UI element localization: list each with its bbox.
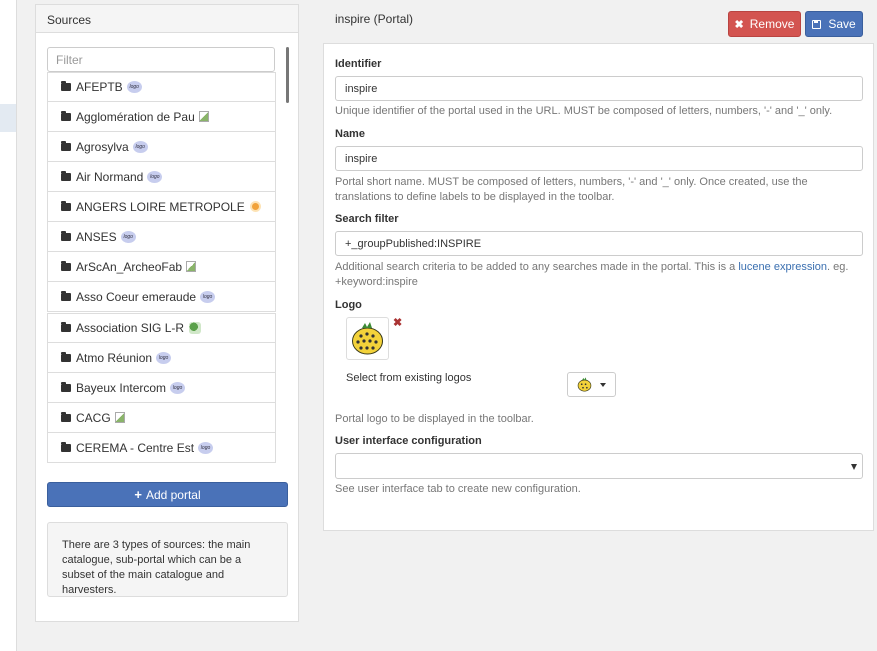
name-help: Portal short name. MUST be composed of l… [335,176,808,203]
portal-title: inspire (Portal) [335,12,414,26]
sources-panel-title: Sources [36,5,298,33]
logo-badge-icon: logo [132,140,148,153]
leaf-logo-icon [189,322,202,334]
folder-icon [61,322,71,332]
folder-icon [61,230,71,241]
sources-filter-input[interactable] [47,47,275,72]
folder-icon [61,441,71,452]
broken-image-icon [114,412,125,423]
logo-label: Logo [335,299,362,311]
source-list-item[interactable]: Atmo Réunion logo [47,343,276,373]
source-item-label: Bayeux Intercom [76,380,167,395]
source-item-label: Atmo Réunion [76,350,153,365]
search-filter-label: Search filter [335,213,399,225]
identifier-input[interactable]: inspire [335,76,863,101]
source-list-item[interactable]: Agglomération de Pau [47,102,276,132]
source-list-item[interactable]: Asso Coeur emeraude logo [47,282,276,312]
source-list-item[interactable]: Association SIG L-R [47,313,276,343]
search-filter-help-text: Additional search criteria to be added t… [335,261,739,273]
source-list-item[interactable]: Bayeux Intercom logo [47,373,276,403]
source-list-item[interactable]: ArScAn_ArcheoFab [47,252,276,282]
add-portal-label: Add portal [145,487,201,502]
ui-config-label: User interface configuration [335,435,482,447]
folder-icon [61,260,71,271]
chevron-down-icon [600,382,606,387]
folder-icon [61,351,71,362]
logo-select-dropdown[interactable] [567,372,616,397]
logo-badge-icon: logo [170,381,186,394]
remove-button[interactable]: ✖ Remove [728,11,801,37]
source-item-label: Agrosylva [76,139,129,154]
source-list-item[interactable]: Agrosylva logo [47,132,276,162]
broken-image-icon [186,261,197,272]
folder-icon [61,170,71,181]
source-list-item[interactable]: CEREMA - Centre Est logo [47,433,276,463]
identifier-help: Unique identifier of the portal used in … [335,105,833,117]
ui-config-help: See user interface tab to create new con… [335,483,581,495]
pineapple-logo-icon [352,322,383,355]
app-side-nav [0,0,17,651]
plus-icon: + [134,487,142,502]
search-filter-input[interactable]: +_groupPublished:INSPIRE [335,231,863,256]
folder-icon [61,200,71,211]
source-item-label: Air Normand [76,169,144,184]
add-portal-button[interactable]: + Add portal [47,482,288,507]
logo-badge-icon: logo [156,351,172,364]
source-item-label: AFEPTB [76,80,123,94]
source-list-item[interactable]: CACG [47,403,276,433]
select-logos-label: Select from existing logos [346,372,472,384]
source-item-label: ANGERS LOIRE METROPOLE [76,199,245,214]
lucene-expression-link[interactable]: lucene expression [738,261,827,273]
logo-badge-icon: logo [198,441,214,454]
sun-logo-icon [249,201,261,212]
save-button[interactable]: Save [805,11,863,37]
source-list-item[interactable]: Air Normand logo [47,162,276,192]
logo-badge-icon: logo [126,81,142,93]
source-item-label: ANSES [76,229,117,244]
current-logo [346,317,389,360]
source-item-label: Association SIG L-R [76,321,185,335]
ui-config-select[interactable] [335,453,863,479]
logo-badge-icon: logo [147,170,163,183]
source-list-item[interactable]: AFEPTB logo [47,72,276,102]
sources-info-note: There are 3 types of sources: the main c… [47,522,288,597]
logo-help: Portal logo to be displayed in the toolb… [335,413,534,425]
folder-icon [61,381,71,392]
search-filter-help: Additional search criteria to be added t… [335,260,863,290]
broken-image-icon [198,111,209,122]
floppy-disk-icon [812,19,822,29]
sources-list: AFEPTB logo Agglomération de Pau Agrosylva l… [47,72,276,467]
source-list-item[interactable]: ANSES logo [47,222,276,252]
logo-badge-icon: logo [120,230,136,243]
source-item-label: CACG [76,410,111,425]
identifier-label: Identifier [335,58,382,70]
source-item-label: ArScAn_ArcheoFab [76,259,183,274]
remove-logo-icon[interactable]: ✖ [393,316,402,329]
name-input[interactable]: inspire [335,146,863,171]
folder-icon [61,411,71,422]
chevron-down-icon [851,464,857,470]
remove-label: Remove [749,17,795,31]
source-item-label: Asso Coeur emeraude [76,289,197,304]
portal-form: Identifier inspire Unique identifier of … [323,43,874,531]
sources-scrollbar[interactable] [286,47,289,103]
sources-scroll-track[interactable] [286,47,289,467]
save-label: Save [828,17,856,31]
folder-icon [61,81,71,91]
folder-icon [61,290,71,301]
close-icon: ✖ [734,18,744,31]
name-label: Name [335,128,365,140]
source-list-item[interactable]: ANGERS LOIRE METROPOLE [47,192,276,222]
sources-panel: Sources AFEPTBlogoAgglomération de PauAg… [35,4,299,622]
folder-icon [61,110,71,121]
source-item-label: CEREMA - Centre Est [76,440,195,455]
folder-icon [61,140,71,151]
side-nav-selected-item[interactable] [0,104,16,132]
source-item-label: Agglomération de Pau [76,109,195,124]
pineapple-logo-icon [577,377,592,392]
logo-badge-icon: logo [200,290,216,303]
